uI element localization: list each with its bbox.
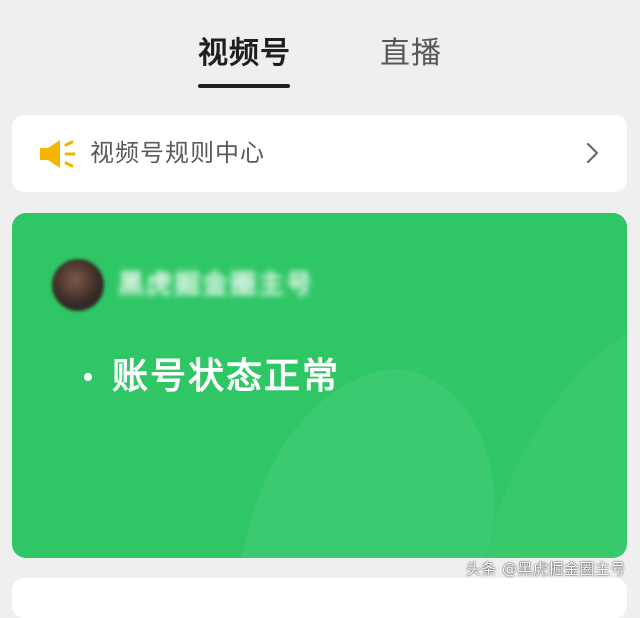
speaker-icon bbox=[40, 140, 76, 168]
status-bullet bbox=[84, 373, 92, 381]
account-status-text: 账号状态正常 bbox=[112, 356, 341, 397]
next-card bbox=[12, 578, 627, 618]
rules-center-entry[interactable]: 视频号规则中心 bbox=[12, 115, 627, 192]
chevron-right-icon bbox=[586, 142, 599, 164]
tab-live[interactable]: 直播 bbox=[380, 34, 442, 74]
account-status-card[interactable]: 黑虎掘金圈主号 账号状态正常 bbox=[12, 213, 627, 558]
avatar bbox=[52, 259, 104, 311]
rules-center-label: 视频号规则中心 bbox=[90, 139, 265, 167]
active-tab-indicator bbox=[198, 84, 290, 88]
tab-channels[interactable]: 视频号 bbox=[198, 34, 291, 74]
watermark-text: 头条 @黑虎掘金圈主号 bbox=[465, 560, 626, 578]
account-name: 黑虎掘金圈主号 bbox=[118, 270, 315, 300]
tab-bar: 视频号 直播 bbox=[0, 0, 640, 100]
